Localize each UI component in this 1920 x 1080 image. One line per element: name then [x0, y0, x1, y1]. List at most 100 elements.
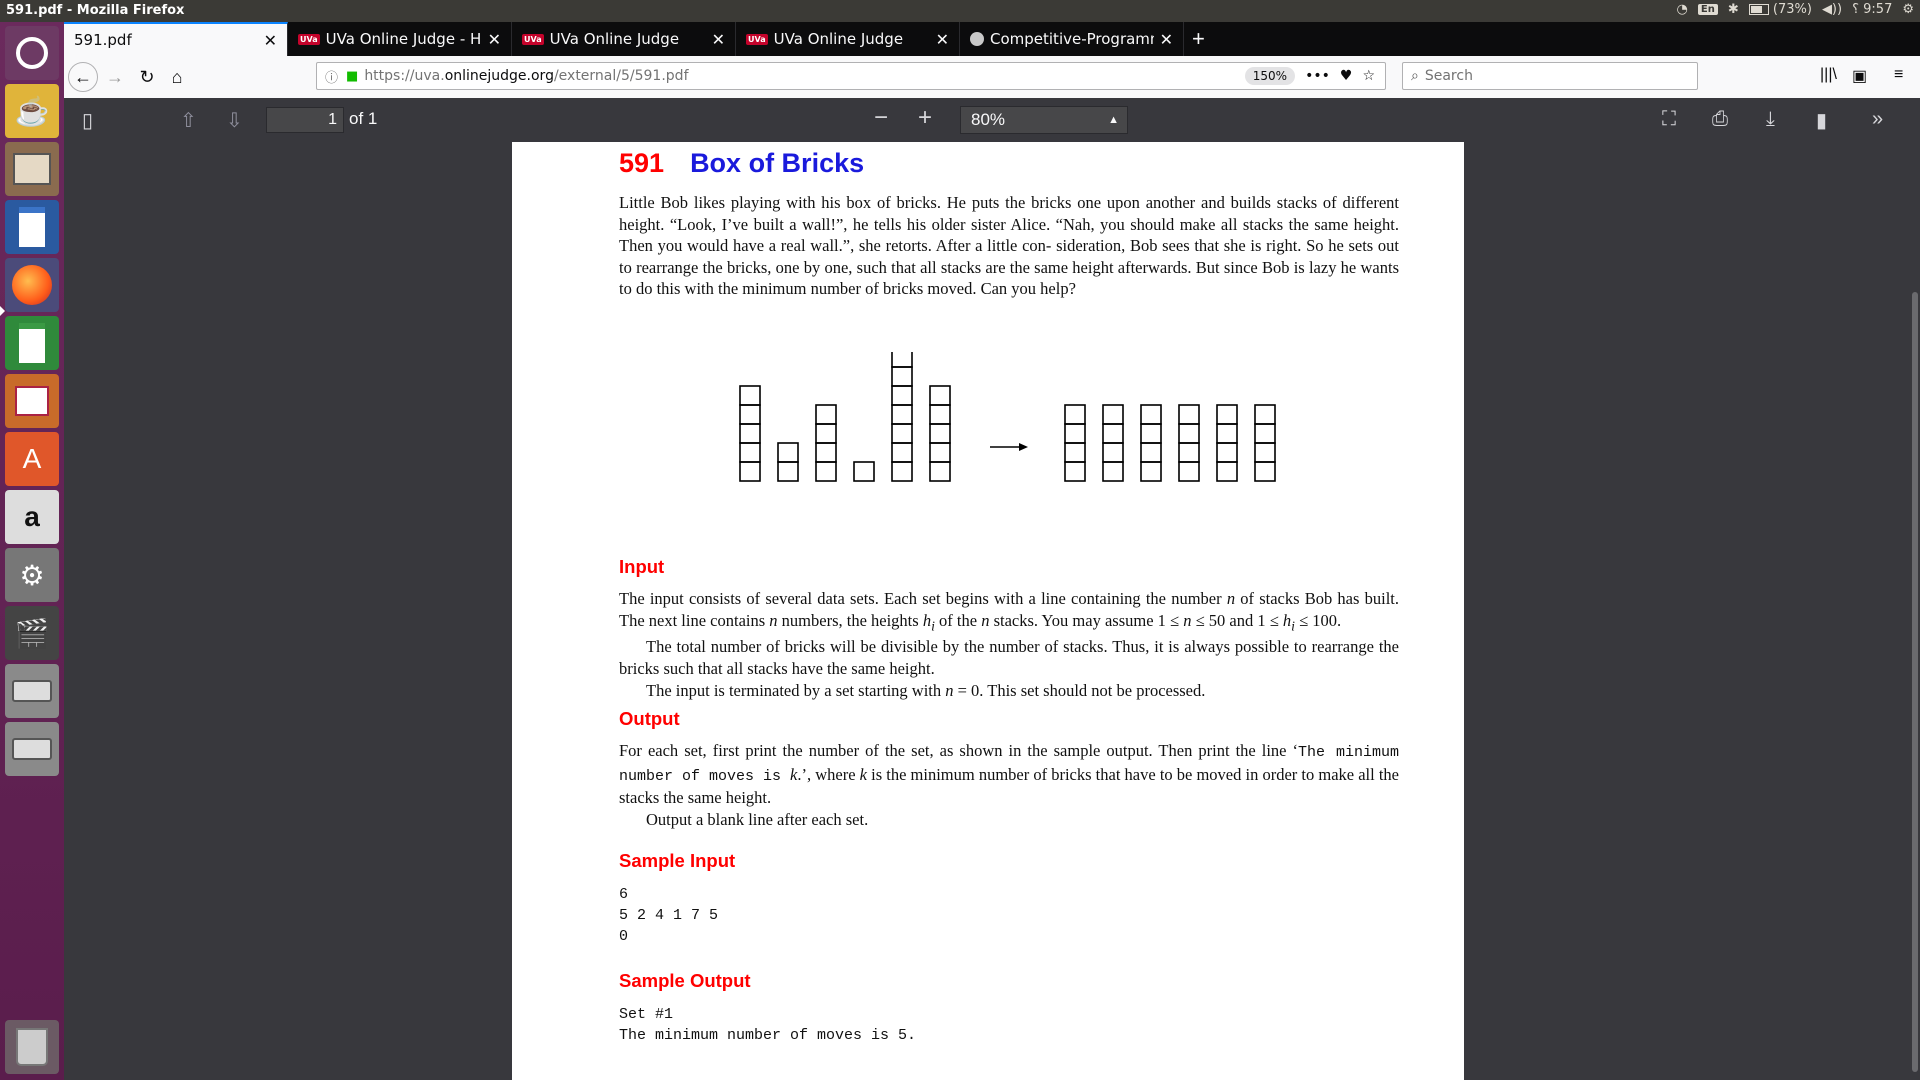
settings-gear-icon[interactable]: ⚙ [1902, 2, 1914, 17]
bluetooth-icon[interactable]: ✱ [1728, 2, 1739, 17]
battery-indicator[interactable]: (73%) [1748, 2, 1812, 17]
volume-icon[interactable]: ◀)) [1822, 2, 1842, 17]
sample-output-text: Set #1 The minimum number of moves is 5. [619, 1006, 917, 1044]
after-stack-brick [1102, 461, 1124, 482]
after-stack-brick [1178, 423, 1200, 444]
after-stack-brick [1140, 442, 1162, 463]
output-paragraph-1: For each set, first print the number of … [619, 741, 1399, 808]
after-stack-brick [1216, 442, 1238, 463]
tab-pdf[interactable]: 591.pdf ✕ [64, 22, 288, 56]
before-stack-brick [891, 366, 913, 387]
previous-page-icon[interactable]: ⇧ [180, 108, 197, 133]
system-settings-icon[interactable]: ⚙ [5, 548, 59, 602]
after-stack-brick [1254, 404, 1276, 425]
system-tray-app-icon[interactable]: ☕ [5, 84, 59, 138]
after-stack-brick [1140, 461, 1162, 482]
new-tab-plus-icon[interactable]: + [1192, 26, 1205, 52]
tab-uva-home[interactable]: UVa UVa Online Judge - Hom ✕ [288, 22, 512, 56]
drive-2-icon[interactable] [5, 722, 59, 776]
close-icon[interactable]: ✕ [1160, 30, 1173, 49]
bookmark-icon[interactable]: ▮ [1816, 108, 1827, 133]
drive-icon[interactable] [5, 664, 59, 718]
close-icon[interactable]: ✕ [488, 30, 501, 49]
sample-output-block: Set #1 The minimum number of moves is 5. [619, 1004, 1399, 1046]
download-icon[interactable]: ⤓ [1766, 108, 1775, 131]
menu-icon[interactable]: ≡ [1894, 66, 1903, 84]
lock-icon: ■ [346, 68, 359, 84]
before-stack-brick [739, 423, 761, 444]
zoom-out-icon[interactable]: − [874, 104, 888, 132]
search-input[interactable]: ⌕ Search [1402, 62, 1698, 90]
next-page-icon[interactable]: ⇩ [226, 108, 243, 133]
trash-icon[interactable] [5, 1020, 59, 1074]
home-icon[interactable]: ⌂ [164, 64, 190, 90]
zoom-reset-button[interactable]: 150% [1244, 67, 1296, 85]
search-icon: ⌕ [1411, 68, 1419, 84]
zoom-value: 80% [971, 110, 1006, 129]
tools-icon[interactable]: » [1872, 108, 1883, 131]
pdf-viewer[interactable]: 591 Box of Bricks Little Bob likes playin… [64, 142, 1920, 1080]
writer-icon[interactable] [5, 200, 59, 254]
close-icon[interactable]: ✕ [712, 30, 725, 49]
before-stack-brick [929, 385, 951, 406]
after-stack-brick [1064, 423, 1086, 444]
output-heading: Output [619, 708, 680, 729]
url-bar[interactable]: ⓘ ■ https://uva.onlinejudge.org/external… [316, 62, 1386, 90]
before-stack-brick [929, 423, 951, 444]
clock[interactable]: ⸮ 9:57 [1852, 2, 1892, 17]
dash-ubuntu-icon[interactable] [5, 26, 59, 80]
before-stack-brick [891, 442, 913, 463]
video-editor-icon[interactable]: 🎬 [5, 606, 59, 660]
print-icon[interactable]: ⎙ [1712, 108, 1728, 131]
keyboard-layout-indicator[interactable]: En [1697, 4, 1718, 15]
zoom-in-icon[interactable]: + [918, 104, 932, 132]
nav-bar: ← → ↻ ⌂ ⓘ ■ https://uva.onlinejudge.org/… [64, 56, 1920, 99]
before-stack-brick [815, 404, 837, 425]
input-paragraph-3: The input is terminated by a set startin… [646, 680, 1206, 700]
tab-label: Competitive-Programm [990, 30, 1154, 48]
before-stack-brick [891, 461, 913, 482]
forward-arrow-icon[interactable]: → [102, 64, 128, 90]
tab-uva-3[interactable]: UVa UVa Online Judge ✕ [736, 22, 960, 56]
after-stack-brick [1216, 404, 1238, 425]
software-center-icon[interactable]: A [5, 432, 59, 486]
firefox-icon[interactable] [5, 258, 59, 312]
pocket-icon[interactable]: ♥ [1340, 68, 1353, 84]
close-icon[interactable]: ✕ [264, 31, 277, 50]
scrollbar-thumb[interactable] [1912, 292, 1918, 1072]
top-panel: 591.pdf - Mozilla Firefox ◔ En ✱ (73%) ◀… [0, 0, 1920, 22]
files-icon[interactable] [5, 142, 59, 196]
calc-icon[interactable] [5, 316, 59, 370]
tab-github[interactable]: Competitive-Programm ✕ [960, 22, 1184, 56]
page-number-input[interactable]: 1 [266, 107, 344, 133]
impress-icon[interactable] [5, 374, 59, 428]
intro-paragraph: Little Bob likes playing with his box of… [619, 193, 1399, 299]
tab-uva-2[interactable]: UVa UVa Online Judge ✕ [512, 22, 736, 56]
scrollbar[interactable] [1910, 142, 1920, 1080]
arrow-head-icon [1019, 443, 1028, 451]
bookmark-star-icon[interactable]: ☆ [1362, 68, 1375, 84]
bricks-figure [739, 352, 1276, 482]
sidebar-icon[interactable]: ▣ [1852, 66, 1867, 86]
before-stack-brick [777, 442, 799, 463]
page-actions-icon[interactable]: ••• [1305, 68, 1330, 84]
tab-label: UVa Online Judge - Hom [325, 30, 482, 48]
sidebar-toggle-icon[interactable]: ▯ [82, 108, 93, 133]
before-stack-brick [891, 385, 913, 406]
after-stack-brick [1216, 461, 1238, 482]
indicators: ◔ En ✱ (73%) ◀)) ⸮ 9:57 ⚙ [1677, 2, 1914, 17]
tab-label: UVa Online Judge [549, 30, 680, 48]
sample-output-heading: Sample Output [619, 970, 751, 991]
after-stack-brick [1140, 423, 1162, 444]
back-arrow-icon[interactable]: ← [68, 62, 98, 92]
close-icon[interactable]: ✕ [936, 30, 949, 49]
reload-icon[interactable]: ↻ [134, 64, 160, 90]
zoom-select[interactable]: 80%▲▼ [960, 106, 1128, 152]
page-count: of 1 [349, 109, 378, 128]
presentation-mode-icon[interactable]: ⛶ [1662, 108, 1676, 131]
uva-icon: UVa [522, 33, 544, 45]
library-icon[interactable]: |||\ [1820, 66, 1837, 84]
amazon-icon[interactable]: a [5, 490, 59, 544]
info-icon[interactable]: ⓘ [325, 67, 338, 86]
wifi-icon[interactable]: ◔ [1677, 2, 1688, 17]
